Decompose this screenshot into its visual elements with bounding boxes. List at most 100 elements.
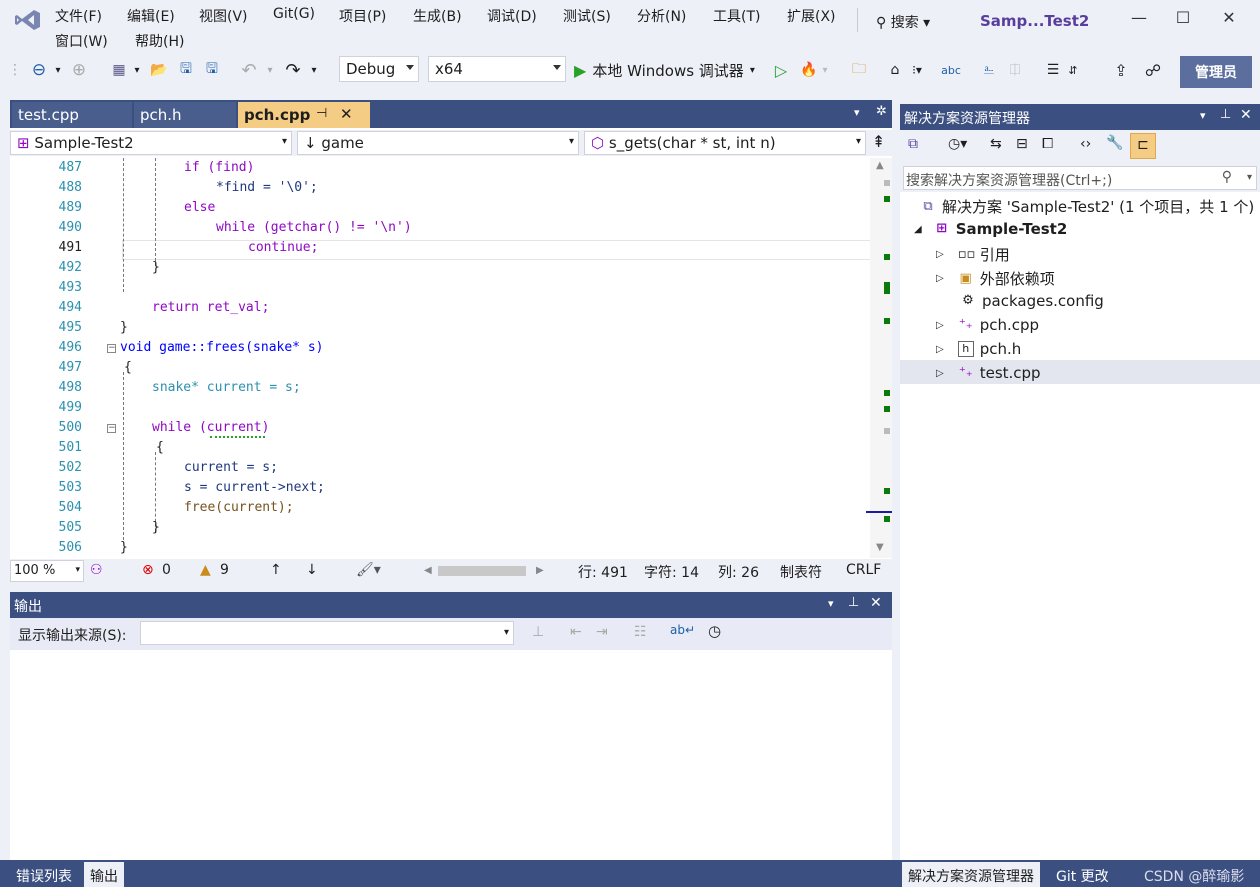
pin-icon[interactable]: ⊥ [848,595,859,610]
new-dropdown-icon[interactable]: ▾ [132,58,142,82]
layout-icon[interactable]: ⁝▾ [906,58,928,82]
scroll-right-icon[interactable]: ▶ [536,565,544,576]
live-share-icon[interactable]: ⇪ [1110,58,1132,82]
back-dropdown-icon[interactable]: ▾ [52,58,64,82]
error-icon[interactable]: ⊗ [142,562,154,578]
tab-pch-h[interactable]: pch.h [134,102,236,128]
platform-select[interactable]: x64 [428,56,566,82]
redo-dropdown-icon[interactable]: ▾ [308,58,320,82]
project-dropdown[interactable]: ⊞ Sample-Test2 ▾ [10,131,292,155]
spell-check-icon[interactable]: abc [940,58,962,82]
warning-icon[interactable]: ▲ [200,562,211,578]
scroll-up-icon[interactable]: ▲ [876,160,884,171]
previous-issue-icon[interactable]: ↑ [270,562,282,578]
tab-output[interactable]: 输出 [84,862,124,887]
solution-search-input[interactable]: 搜索解决方案资源管理器(Ctrl+;) ⚲ ▾ [903,166,1257,190]
previous-message-icon[interactable]: ⇤ [570,624,582,640]
show-all-files-icon[interactable]: ⧠ [1042,136,1053,152]
menu-window[interactable]: 窗口(W) [55,31,108,51]
feedback-icon[interactable]: ☍ [1142,58,1164,82]
code-view-icon[interactable]: ‹› [1080,136,1091,152]
undo-icon[interactable]: ↶ [238,58,260,82]
intellicode-icon[interactable]: ⚇ [90,562,103,578]
hot-reload-icon[interactable]: 🔥 [798,58,820,82]
undo-dropdown-icon[interactable]: ▾ [264,58,276,82]
close-tab-icon[interactable]: ✕ [340,105,353,123]
tree-item-references[interactable]: ▷ ▫▫ 引用 [936,244,1010,265]
tree-solution-node[interactable]: ⧉ 解决方案 'Sample-Test2' (1 个项目，共 1 个) [920,196,1254,217]
menu-analyze[interactable]: 分析(N) [637,6,686,26]
timestamp-clock-icon[interactable]: ◷ [708,622,721,640]
pin-icon[interactable]: ⊣ [316,106,327,121]
next-issue-icon[interactable]: ↓ [306,562,318,578]
zoom-select[interactable]: 100 % ▾ [10,560,84,582]
tab-test-cpp[interactable]: test.cpp [12,102,132,128]
pin-icon[interactable]: ⊥ [1220,107,1231,122]
tab-git-changes[interactable]: Git 更改 [1050,862,1115,887]
tab-list-dropdown-icon[interactable]: ▾ [854,106,860,119]
vertical-scrollbar[interactable]: ▲ ▼ [866,158,892,558]
navigate-back-icon[interactable]: ⊖ [28,58,50,82]
warning-count[interactable]: 9 [220,562,229,578]
search-button[interactable]: ⚲ 搜索 ▾ [876,12,930,32]
tree-item-pch-h[interactable]: ▷ h pch.h [936,340,1021,358]
hot-reload-dropdown-icon[interactable]: ▾ [820,58,830,82]
fold-toggle-icon[interactable]: − [107,424,116,433]
menu-file[interactable]: 文件(F) [55,6,102,26]
status-indent[interactable]: 制表符 [780,562,822,582]
tab-error-list[interactable]: 错误列表 [10,862,78,887]
start-debugging-button[interactable]: ▶ 本地 Windows 调试器 ▾ [574,58,768,82]
output-text-area[interactable] [10,650,892,860]
minimize-icon[interactable]: — [1124,8,1154,36]
member-dropdown[interactable]: ⬡ s_gets(char * st, int n) ▾ [584,131,866,155]
properties-wrench-icon[interactable]: 🔧 [1106,135,1123,151]
menu-edit[interactable]: 编辑(E) [127,6,175,26]
menu-extensions[interactable]: 扩展(X) [787,6,836,26]
navigate-forward-icon[interactable]: ⊕ [68,58,90,82]
redo-icon[interactable]: ↷ [282,58,304,82]
error-count[interactable]: 0 [162,562,171,578]
uncomment-icon[interactable]: ⎅ [1004,58,1026,82]
chevron-down-icon[interactable]: ▾ [1247,172,1252,183]
window-position-dropdown-icon[interactable]: ▾ [1200,109,1206,122]
menu-project[interactable]: 项目(P) [339,6,386,26]
code-cleanup-icon[interactable]: 🖌▾ [356,562,381,578]
menu-debug[interactable]: 调试(D) [487,6,537,26]
browse-icon[interactable]: ⌂ [884,58,906,82]
scope-dropdown[interactable]: ↓ game ▾ [297,131,579,155]
go-to-line-icon[interactable]: ⊥ [532,624,544,640]
clear-all-icon[interactable]: ☷ [634,624,647,640]
menu-tools[interactable]: 工具(T) [713,6,760,26]
tab-pch-cpp[interactable]: pch.cpp ⊣ ✕ [238,102,370,128]
tree-item-packages-config[interactable]: ⚙ packages.config [960,292,1104,310]
menu-test[interactable]: 测试(S) [563,6,611,26]
preview-selected-items-icon[interactable]: ⊏ [1130,133,1156,159]
start-without-debugging-icon[interactable]: ▷ [770,58,792,82]
pending-changes-filter-icon[interactable]: ◷▾ [948,136,967,152]
close-window-icon[interactable]: ✕ [1214,8,1244,36]
tree-item-test-cpp[interactable]: ▷ ⁺₊ test.cpp [936,364,1041,382]
configuration-select[interactable]: Debug [339,56,419,82]
visual-studio-logo-icon[interactable] [14,8,42,32]
code-editor[interactable]: − − 487 488 489 490 491 492 493 494 495 … [10,158,876,558]
fold-toggle-icon[interactable]: − [107,344,116,353]
maximize-icon[interactable]: ☐ [1168,8,1198,36]
status-line-ending[interactable]: CRLF [846,562,881,578]
scroll-left-icon[interactable]: ◀ [424,565,432,576]
close-panel-icon[interactable]: ✕ [870,595,882,611]
split-editor-icon[interactable]: ⇞ [872,132,885,151]
menu-git[interactable]: Git(G) [273,6,315,22]
sync-with-document-icon[interactable]: ⇆ [990,136,1002,152]
tree-item-external-dependencies[interactable]: ▷ ▣ 外部依赖项 [936,268,1055,289]
menu-build[interactable]: 生成(B) [413,6,462,26]
new-project-icon[interactable]: ▦ [108,58,130,82]
close-panel-icon[interactable]: ✕ [1240,107,1252,123]
comment-icon[interactable]: ⎁ [978,58,1000,82]
save-icon[interactable]: 🖫 [175,58,197,82]
collapse-all-icon[interactable]: ⊟ [1016,136,1028,152]
open-folder-icon[interactable]: 📂 [148,58,170,82]
settings-gear-icon[interactable]: ✲ [876,104,887,119]
menu-view[interactable]: 视图(V) [199,6,248,26]
find-in-files-icon[interactable]: 🗀 [848,58,870,82]
output-source-select[interactable]: ▾ [140,621,514,645]
